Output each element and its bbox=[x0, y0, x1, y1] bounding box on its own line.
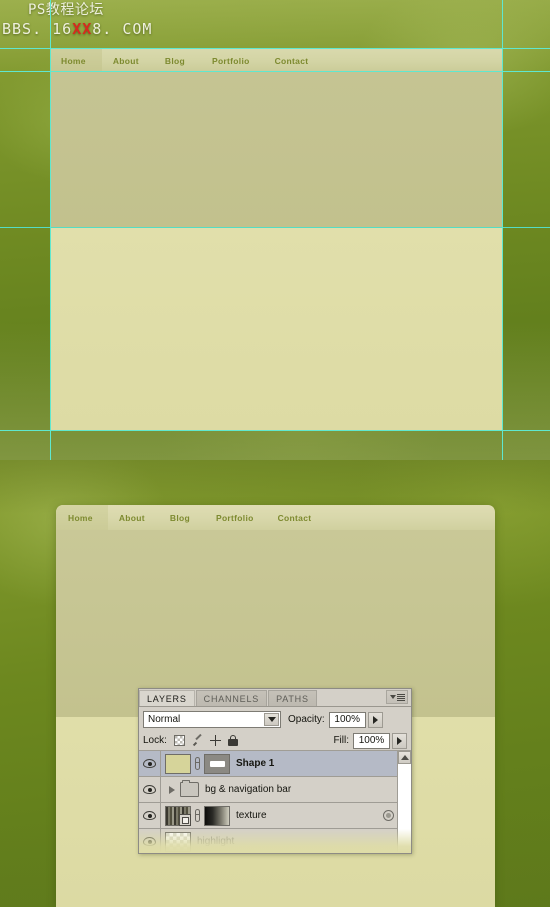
mockup-a-navigation-bar: Home About Blog Portfolio Contact bbox=[50, 49, 503, 72]
layer-name: bg & navigation bar bbox=[205, 784, 292, 795]
tab-layers[interactable]: LAYERS bbox=[139, 690, 195, 706]
panel-menu-icon[interactable] bbox=[386, 690, 408, 704]
screenshot-stage: PS教程论坛 BBS. 16XX8. COM Home About Blog P… bbox=[0, 0, 550, 907]
watermark-line-2-post: 8. COM bbox=[92, 19, 153, 38]
group-disclosure-triangle-icon[interactable] bbox=[166, 785, 177, 794]
lock-image-pixels-icon[interactable] bbox=[192, 735, 203, 746]
layer-row[interactable]: bg & navigation bar bbox=[139, 777, 411, 803]
layer-visibility-toggle[interactable] bbox=[139, 829, 161, 853]
fill-slider-arrow-icon[interactable] bbox=[392, 732, 407, 749]
layer-list: Shape 1 bg & navigation bar texture high… bbox=[139, 751, 411, 853]
tab-channels[interactable]: CHANNELS bbox=[195, 690, 268, 706]
link-icon[interactable] bbox=[194, 809, 201, 822]
fill-group: Fill: 100% bbox=[333, 732, 407, 749]
layer-name: highlight bbox=[197, 836, 235, 847]
layer-thumbnail-icon[interactable] bbox=[165, 753, 191, 774]
blend-mode-select[interactable]: Normal bbox=[143, 711, 281, 728]
lock-position-icon[interactable] bbox=[209, 735, 221, 746]
eye-icon bbox=[143, 837, 156, 846]
nav-item-contact[interactable]: Contact bbox=[278, 513, 312, 523]
panel-tab-strip: LAYERS CHANNELS PATHS bbox=[139, 689, 411, 707]
layer-visibility-toggle[interactable] bbox=[139, 803, 161, 828]
scrollbar-track[interactable] bbox=[398, 764, 411, 853]
panel-menu-lines-icon bbox=[396, 693, 405, 701]
guide-horizontal-4 bbox=[0, 430, 550, 431]
opacity-slider-arrow-icon[interactable] bbox=[367, 711, 383, 728]
lock-icon-group bbox=[173, 735, 238, 746]
eye-icon bbox=[143, 759, 156, 768]
layer-visibility-toggle[interactable] bbox=[139, 777, 161, 802]
guide-horizontal-2 bbox=[0, 71, 550, 72]
fill-label: Fill: bbox=[333, 735, 349, 746]
clipping-mask-badge-icon bbox=[179, 813, 191, 826]
lock-transparent-pixels-icon[interactable] bbox=[173, 735, 185, 746]
watermark-line-1: PS教程论坛 bbox=[28, 2, 104, 18]
guide-vertical-left bbox=[50, 0, 51, 460]
link-icon[interactable] bbox=[194, 757, 201, 770]
layer-list-scrollbar[interactable] bbox=[397, 751, 411, 853]
nav-item-blog[interactable]: Blog bbox=[170, 513, 190, 523]
eye-icon bbox=[143, 785, 156, 794]
folder-icon[interactable] bbox=[180, 780, 199, 797]
panel-menu-triangle-icon bbox=[389, 695, 396, 699]
layer-name: texture bbox=[236, 810, 267, 821]
layer-row[interactable]: highlight bbox=[139, 829, 411, 853]
blend-mode-row: Normal Opacity: 100% bbox=[139, 707, 411, 729]
tab-paths[interactable]: PATHS bbox=[268, 690, 317, 706]
lock-label: Lock: bbox=[143, 735, 167, 746]
layer-mask-thumbnail-icon[interactable] bbox=[204, 805, 230, 826]
watermark-line-2-pre: BBS. 16 bbox=[2, 19, 73, 38]
vector-mask-thumbnail-icon[interactable] bbox=[204, 753, 230, 774]
nav-item-about[interactable]: About bbox=[119, 513, 145, 523]
eye-icon bbox=[143, 811, 156, 820]
mockup-a-upper-band bbox=[50, 72, 503, 227]
lock-row: Lock: Fill: 100% bbox=[139, 729, 411, 751]
watermark: PS教程论坛 BBS. 16XX8. COM bbox=[0, 2, 300, 39]
scroll-up-icon[interactable] bbox=[398, 751, 411, 764]
nav-item-home[interactable]: Home bbox=[68, 513, 93, 523]
layer-thumbnails bbox=[161, 753, 230, 774]
layer-thumbnails bbox=[161, 831, 191, 852]
layers-panel: LAYERS CHANNELS PATHS Normal Opacity: 10… bbox=[138, 688, 412, 854]
nav-item-blog[interactable]: Blog bbox=[165, 56, 185, 66]
mockup-a-nav-list: Home About Blog Portfolio Contact bbox=[50, 49, 308, 72]
layer-thumbnail-icon[interactable] bbox=[165, 831, 191, 852]
opacity-input[interactable]: 100% bbox=[328, 711, 366, 728]
watermark-line-2: BBS. 16XX8. COM bbox=[0, 20, 300, 39]
guide-vertical-right bbox=[502, 0, 503, 460]
nav-item-contact[interactable]: Contact bbox=[275, 56, 309, 66]
opacity-label: Opacity: bbox=[288, 714, 325, 725]
guide-horizontal-1 bbox=[0, 48, 550, 49]
top-screenshot: PS教程论坛 BBS. 16XX8. COM Home About Blog P… bbox=[0, 0, 550, 460]
lock-all-icon[interactable] bbox=[227, 735, 238, 746]
layer-name: Shape 1 bbox=[236, 758, 275, 769]
layer-row[interactable]: texture bbox=[139, 803, 411, 829]
layer-thumbnail-icon[interactable] bbox=[165, 805, 191, 826]
mockup-b-nav-list: Home About Blog Portfolio Contact bbox=[56, 505, 311, 530]
nav-item-portfolio[interactable]: Portfolio bbox=[216, 513, 254, 523]
nav-item-portfolio[interactable]: Portfolio bbox=[212, 56, 250, 66]
guide-horizontal-3 bbox=[0, 227, 550, 228]
layer-row[interactable]: Shape 1 bbox=[139, 751, 411, 777]
fill-input[interactable]: 100% bbox=[353, 732, 390, 749]
layer-thumbnails bbox=[161, 805, 230, 826]
nav-item-about[interactable]: About bbox=[113, 56, 139, 66]
watermark-line-2-highlight: XX bbox=[72, 19, 93, 38]
layer-visibility-toggle[interactable] bbox=[139, 751, 161, 776]
mockup-a-lower-band bbox=[50, 228, 503, 430]
mockup-b-navigation-bar: Home About Blog Portfolio Contact bbox=[56, 505, 495, 530]
nav-item-home[interactable]: Home bbox=[61, 56, 86, 66]
layer-effects-icon[interactable] bbox=[383, 810, 394, 821]
blend-mode-value: Normal bbox=[148, 714, 181, 725]
chevron-down-icon[interactable] bbox=[264, 713, 279, 726]
